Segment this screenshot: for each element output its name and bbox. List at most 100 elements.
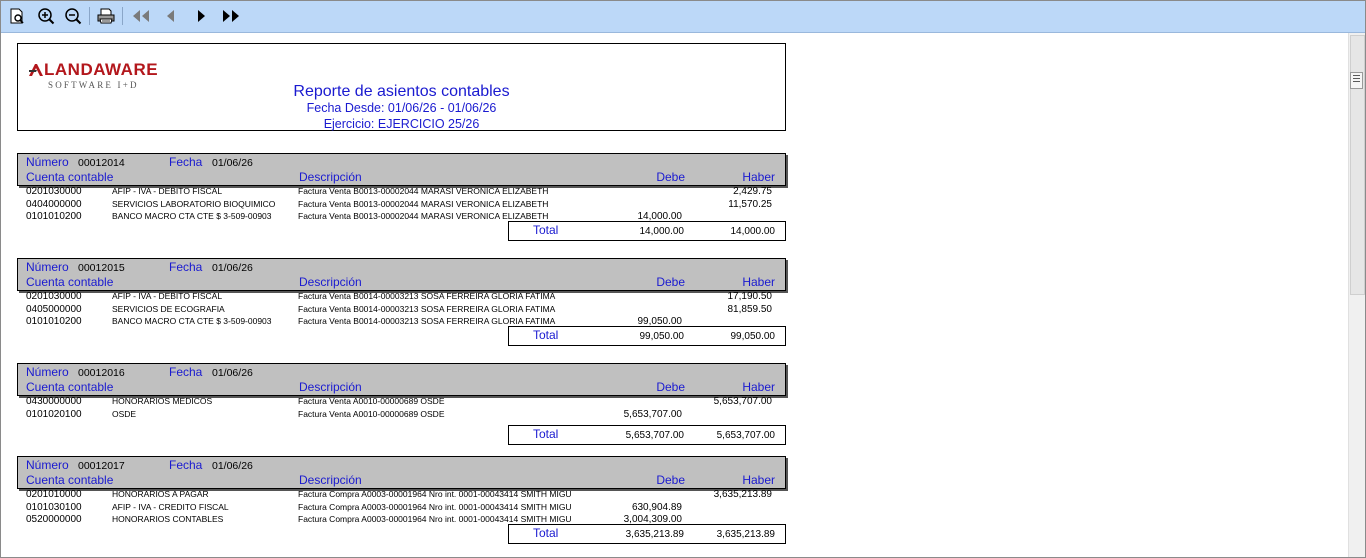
entry-line: 0430000000 HONORARIOS MEDICOS Factura Vent… bbox=[17, 396, 787, 409]
report-page[interactable]: LANDAWARE SOFTWARE I+D Reporte de asient… bbox=[1, 33, 1348, 557]
entry-line: 0101020100 OSDE Factura Venta A0010-000006… bbox=[17, 409, 787, 422]
zoom-in-button[interactable] bbox=[35, 5, 57, 27]
descripcion-header: Descripción bbox=[299, 380, 362, 394]
account-code: 0520000000 bbox=[26, 514, 82, 525]
account-code: 0201010000 bbox=[26, 489, 82, 500]
account-code: 0201030000 bbox=[26, 291, 82, 302]
line-description: Factura Venta B0013-00002044 MARASI VERO… bbox=[298, 186, 549, 196]
debe-amount: 5,653,707.00 bbox=[623, 408, 682, 420]
haber-header: Haber bbox=[742, 473, 775, 487]
debe-header: Debe bbox=[656, 275, 685, 289]
entry-header: Número 00012017 Fecha 01/06/26 Cuenta contab… bbox=[17, 456, 786, 489]
account-code: 0101010200 bbox=[26, 211, 82, 222]
entry-total: Total 5,653,707.00 5,653,707.00 bbox=[508, 425, 786, 445]
entry-date: 01/06/26 bbox=[212, 262, 253, 274]
last-page-button[interactable] bbox=[220, 5, 242, 27]
entry-number: 00012015 bbox=[78, 262, 125, 274]
account-name: HONORARIOS A PAGAR bbox=[112, 489, 209, 499]
double-arrow-right-icon bbox=[223, 10, 239, 22]
report-fiscal-year: Ejercicio: EJERCICIO 25/26 bbox=[323, 117, 480, 131]
entry-date: 01/06/26 bbox=[212, 367, 253, 379]
account-name: BANCO MACRO CTA CTE $ 3-509-00903 bbox=[112, 316, 272, 326]
account-name: HONORARIOS MEDICOS bbox=[112, 396, 213, 406]
page-magnifier-icon bbox=[10, 8, 24, 24]
cuenta-contable-header: Cuenta contable bbox=[26, 275, 114, 289]
total-haber: 14,000.00 bbox=[730, 226, 776, 237]
toolbar-separator bbox=[122, 7, 123, 25]
entry-header: Número 00012014 Fecha 01/06/26 Cuenta contab… bbox=[17, 153, 786, 186]
zoom-out-icon bbox=[65, 8, 82, 25]
line-description: Factura Venta B0013-00002044 MARASI VERO… bbox=[298, 198, 549, 209]
entry-total: Total 3,635,213.89 3,635,213.89 bbox=[508, 524, 786, 544]
printer-icon bbox=[97, 8, 115, 24]
line-description: Factura Venta B0013-00002044 MARASI VERO… bbox=[298, 211, 549, 221]
line-description: Factura Compra A0003-00001964 Nro int. 0… bbox=[298, 489, 572, 499]
total-label: Total bbox=[533, 526, 559, 540]
account-name: HONORARIOS CONTABLES bbox=[112, 514, 224, 524]
account-name: AFIP - IVA - DEBITO FISCAL bbox=[112, 291, 223, 301]
report-title: Reporte de asientos contables bbox=[293, 83, 510, 100]
line-description: Factura Venta A0010-00000689 OSDE bbox=[298, 396, 445, 406]
account-code: 0405000000 bbox=[26, 303, 82, 315]
descripcion-header: Descripción bbox=[299, 275, 362, 289]
total-debe: 99,050.00 bbox=[639, 331, 685, 342]
cuenta-contable-header: Cuenta contable bbox=[26, 473, 114, 487]
total-label: Total bbox=[533, 328, 559, 342]
entry-total: Total 14,000.00 14,000.00 bbox=[508, 221, 786, 241]
account-code: 0430000000 bbox=[26, 396, 82, 407]
total-haber: 5,653,707.00 bbox=[716, 430, 775, 441]
haber-header: Haber bbox=[742, 170, 775, 184]
total-haber: 99,050.00 bbox=[730, 331, 776, 342]
vertical-scrollbar[interactable] bbox=[1348, 33, 1365, 557]
entry-number: 00012014 bbox=[78, 157, 125, 169]
account-name: OSDE bbox=[112, 408, 137, 419]
entry-total: Total 99,050.00 99,050.00 bbox=[508, 326, 786, 346]
haber-amount: 11,570.25 bbox=[728, 198, 772, 210]
numero-label: Número bbox=[26, 365, 69, 379]
account-name: BANCO MACRO CTA CTE $ 3-509-00903 bbox=[112, 211, 272, 221]
entry-line: 0404000000 SERVICIOS LABORATORIO BIOQUIMI… bbox=[17, 199, 787, 212]
toolbar bbox=[1, 1, 1365, 33]
entry-date: 01/06/26 bbox=[212, 460, 253, 472]
toolbar-separator bbox=[89, 7, 90, 25]
account-name: AFIP - IVA - CREDITO FISCAL bbox=[112, 501, 229, 512]
fecha-label: Fecha bbox=[169, 260, 203, 274]
entry-line: 0101030100 AFIP - IVA - CREDITO FISCAL Fac… bbox=[17, 502, 787, 515]
haber-amount: 5,653,707.00 bbox=[713, 396, 772, 407]
account-name: AFIP - IVA - DEBITO FISCAL bbox=[112, 186, 223, 196]
entry-header: Número 00012016 Fecha 01/06/26 Cuenta contab… bbox=[17, 363, 786, 396]
debe-header: Debe bbox=[656, 473, 685, 487]
account-code: 0201030000 bbox=[26, 186, 82, 197]
entry-number: 00012017 bbox=[78, 460, 125, 472]
entry-number: 00012016 bbox=[78, 367, 125, 379]
scrollbar-grip-icon[interactable] bbox=[1350, 72, 1363, 89]
page-setup-button[interactable] bbox=[6, 5, 28, 27]
print-button[interactable] bbox=[95, 5, 117, 27]
total-debe: 14,000.00 bbox=[639, 226, 685, 237]
haber-amount: 2,429.75 bbox=[733, 186, 772, 197]
next-page-button[interactable] bbox=[190, 5, 212, 27]
account-code: 0101010200 bbox=[26, 316, 82, 327]
haber-header: Haber bbox=[742, 275, 775, 289]
total-debe: 5,653,707.00 bbox=[625, 430, 684, 441]
report-header: LANDAWARE SOFTWARE I+D Reporte de asient… bbox=[17, 43, 786, 131]
account-code: 0404000000 bbox=[26, 198, 82, 210]
double-arrow-left-icon bbox=[133, 10, 149, 22]
haber-amount: 17,190.50 bbox=[727, 291, 773, 302]
debe-amount: 630,904.89 bbox=[631, 501, 682, 513]
line-description: Factura Venta B0014-00003213 SOSA FERREI… bbox=[298, 316, 556, 326]
zoom-out-button[interactable] bbox=[62, 5, 84, 27]
logo-wordmark: LANDAWARE bbox=[44, 60, 159, 79]
previous-page-button[interactable] bbox=[160, 5, 182, 27]
fecha-label: Fecha bbox=[169, 458, 203, 472]
line-description: Factura Compra A0003-00001964 Nro int. 0… bbox=[298, 501, 572, 512]
numero-label: Número bbox=[26, 260, 69, 274]
first-page-button[interactable] bbox=[130, 5, 152, 27]
line-description: Factura Compra A0003-00001964 Nro int. 0… bbox=[298, 514, 572, 524]
total-debe: 3,635,213.89 bbox=[625, 529, 684, 540]
entry-line: 0201030000 AFIP - IVA - DEBITO FISCAL Fact… bbox=[17, 291, 787, 304]
zoom-in-icon bbox=[38, 8, 55, 25]
haber-amount: 3,635,213.89 bbox=[713, 489, 772, 500]
total-label: Total bbox=[533, 223, 559, 237]
account-name: SERVICIOS LABORATORIO BIOQUIMICO bbox=[112, 198, 276, 209]
